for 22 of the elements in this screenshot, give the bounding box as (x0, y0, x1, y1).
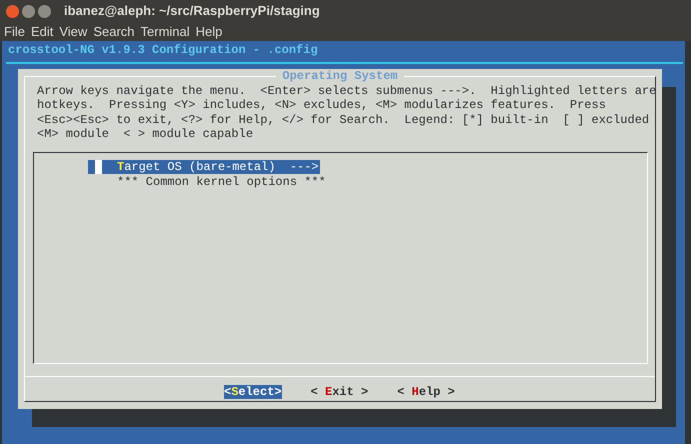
cursor-icon (88, 160, 102, 174)
help-text: Arrow keys navigate the menu. <Enter> selects submenus --->. Highlighted letters are (37, 84, 655, 98)
menu-item[interactable]: File (4, 22, 25, 42)
menu-comment: *** Common kernel options *** (116, 175, 326, 190)
close-icon[interactable] (6, 4, 19, 18)
menu-item[interactable]: Help (196, 22, 222, 42)
help-text: <M> module < > module capable (37, 127, 254, 142)
help-text: <Esc><Esc> to exit, <?> for Help, </> for Search. Legend: [*] built-in [ ] excluded (37, 112, 650, 128)
help-text: hotkeys. Pressing <Y> includes, <N> excludes, <M> modularizes features. Press (37, 98, 607, 113)
dialog-button[interactable]: < Help > (397, 384, 455, 399)
menu-item[interactable]: Search (93, 22, 135, 42)
dialog-title: Operating System (276, 69, 404, 83)
menu-item[interactable]: Edit (30, 22, 54, 42)
minimize-icon[interactable] (22, 4, 35, 18)
dialog-button[interactable]: < Exit > (310, 384, 368, 399)
maximize-icon[interactable] (38, 4, 51, 18)
window-title: ibanez@aleph: ~/src/RaspberryPi/staging (64, 2, 320, 20)
dialog-button[interactable]: <Select> (224, 384, 282, 399)
menu-item[interactable]: Target OS (bare-metal) ---> (102, 160, 320, 174)
menu-item[interactable]: Terminal (140, 22, 190, 42)
menu-item[interactable]: View (59, 22, 88, 42)
config-header: crosstool-NG v1.9.3 Configuration - .config (7, 43, 319, 57)
